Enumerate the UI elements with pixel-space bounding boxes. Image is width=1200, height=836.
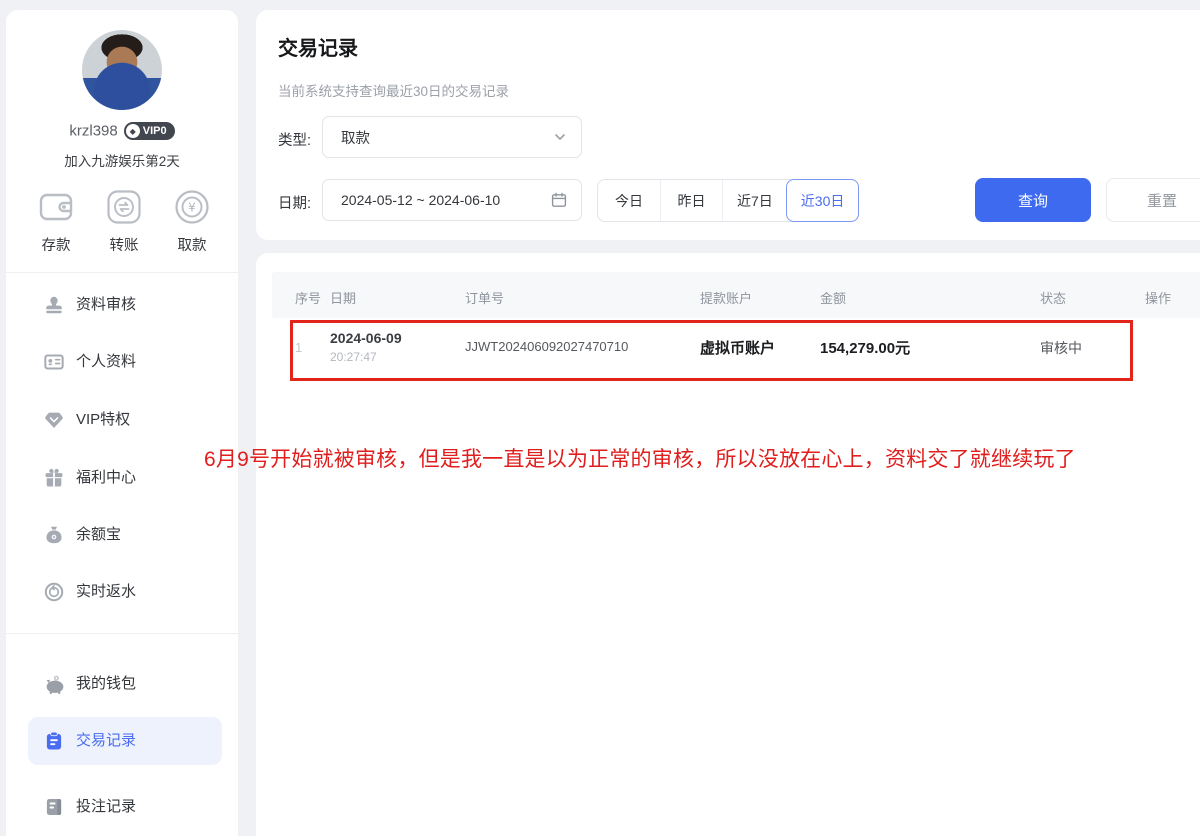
sidebar-item-personal-info[interactable]: 个人资料: [6, 347, 238, 377]
col-account: 提款账户: [700, 288, 752, 307]
sidebar-item-label: 实时返水: [76, 582, 136, 602]
annotation-text: 6月9号开始就被审核，但是我一直是以为正常的审核，所以没放在心上，资料交了就继续…: [204, 443, 1076, 473]
row-order-no: JJWT202406092027470710: [465, 339, 628, 354]
transfer-button[interactable]: 转账: [89, 188, 159, 255]
rebate-icon: [44, 582, 64, 602]
sidebar-item-label: 交易记录: [76, 731, 136, 751]
chevron-down-icon: [553, 130, 567, 144]
wallet-icon: [37, 188, 75, 226]
withdraw-label: 取款: [157, 234, 227, 255]
row-account: 虚拟币账户: [700, 337, 775, 358]
col-order-no: 订单号: [465, 288, 504, 307]
gift-icon: [44, 468, 64, 488]
sidebar-item-label: 投注记录: [76, 797, 136, 817]
range-7days-button[interactable]: 近7日: [722, 180, 787, 221]
col-amount: 金额: [820, 288, 846, 307]
col-date: 日期: [330, 288, 356, 307]
filter-panel: 交易记录 当前系统支持查询最近30日的交易记录 类型: 取款 日期: 2024-…: [256, 10, 1200, 240]
reset-button[interactable]: 重置: [1106, 178, 1200, 222]
search-button[interactable]: 查询: [975, 178, 1091, 222]
range-30days-button[interactable]: 近30日: [786, 179, 860, 222]
col-index: 序号: [295, 288, 321, 307]
deposit-button[interactable]: 存款: [21, 188, 91, 255]
divider: [6, 633, 238, 634]
type-label: 类型:: [278, 129, 311, 150]
journal-icon: [44, 797, 64, 817]
range-yesterday-button[interactable]: 昨日: [660, 180, 722, 221]
row-date: 2024-06-09: [330, 330, 402, 346]
quick-actions: 存款 转账 ¥ 取款: [6, 188, 238, 258]
date-range-value: 2024-05-12 ~ 2024-06-10: [341, 192, 500, 208]
sidebar-item-yuebao[interactable]: 余额宝: [6, 520, 238, 550]
type-select[interactable]: 取款: [322, 116, 582, 158]
deposit-label: 存款: [21, 234, 91, 255]
money-pouch-icon: [44, 525, 64, 545]
sidebar-item-profile-review[interactable]: 资料审核: [6, 290, 238, 320]
col-status: 状态: [1040, 288, 1066, 307]
page-title: 交易记录: [278, 32, 358, 61]
date-label: 日期:: [278, 192, 311, 213]
svg-text:¥: ¥: [188, 201, 196, 215]
sidebar-item-label: 个人资料: [76, 352, 136, 372]
range-today-button[interactable]: 今日: [598, 180, 660, 221]
sidebar-item-betting-records[interactable]: 投注记录: [6, 792, 238, 822]
transfer-icon: [105, 188, 143, 226]
divider: [6, 272, 238, 273]
vip-badge: ◆VIP0: [124, 122, 175, 140]
sidebar: krzl398 ◆VIP0 加入九游娱乐第2天 存款 转账: [6, 10, 238, 836]
clipboard-icon: [44, 731, 64, 751]
sidebar-item-my-wallet[interactable]: 我的钱包: [6, 669, 238, 699]
date-range-input[interactable]: 2024-05-12 ~ 2024-06-10: [322, 179, 582, 221]
row-status: 审核中: [1040, 338, 1082, 358]
col-actions: 操作: [1145, 288, 1171, 307]
row-amount: 154,279.00元: [820, 337, 910, 358]
sidebar-item-label: VIP特权: [76, 410, 130, 430]
vip-gem-icon: ◆: [126, 124, 140, 138]
transfer-label: 转账: [89, 234, 159, 255]
row-index: 1: [295, 340, 302, 355]
vip-badge-label: VIP0: [143, 125, 167, 137]
join-days-text: 加入九游娱乐第2天: [6, 150, 238, 170]
piggy-bank-icon: [44, 674, 64, 694]
sidebar-item-label: 资料审核: [76, 295, 136, 315]
withdraw-button[interactable]: ¥ 取款: [157, 188, 227, 255]
sidebar-item-label: 余额宝: [76, 525, 121, 545]
id-card-icon: [44, 352, 64, 372]
calendar-icon: [551, 192, 567, 208]
withdraw-icon: ¥: [173, 188, 211, 226]
quick-range-group: 今日 昨日 近7日 近30日: [597, 179, 859, 222]
sidebar-item-realtime-rebate[interactable]: 实时返水: [6, 577, 238, 607]
records-table-panel: 序号 日期 订单号 提款账户 金额 状态 操作 1 2024-06-09 20:…: [256, 253, 1200, 836]
type-select-value: 取款: [341, 127, 370, 148]
username: krzl398: [69, 123, 117, 140]
sidebar-item-transaction-records[interactable]: 交易记录: [28, 717, 222, 765]
user-row: krzl398 ◆VIP0: [6, 122, 238, 140]
table-row[interactable]: 1 2024-06-09 20:27:47 JJWT20240609202747…: [272, 318, 1200, 380]
page-subtitle: 当前系统支持查询最近30日的交易记录: [278, 80, 509, 100]
avatar[interactable]: [82, 30, 162, 110]
stamp-icon: [44, 295, 64, 315]
sidebar-item-label: 我的钱包: [76, 674, 136, 694]
sidebar-item-label: 福利中心: [76, 468, 136, 488]
sidebar-item-vip[interactable]: VIP特权: [6, 405, 238, 435]
table-header: 序号 日期 订单号 提款账户 金额 状态 操作: [272, 272, 1200, 318]
row-time: 20:27:47: [330, 350, 377, 364]
gem-icon: [44, 410, 64, 430]
